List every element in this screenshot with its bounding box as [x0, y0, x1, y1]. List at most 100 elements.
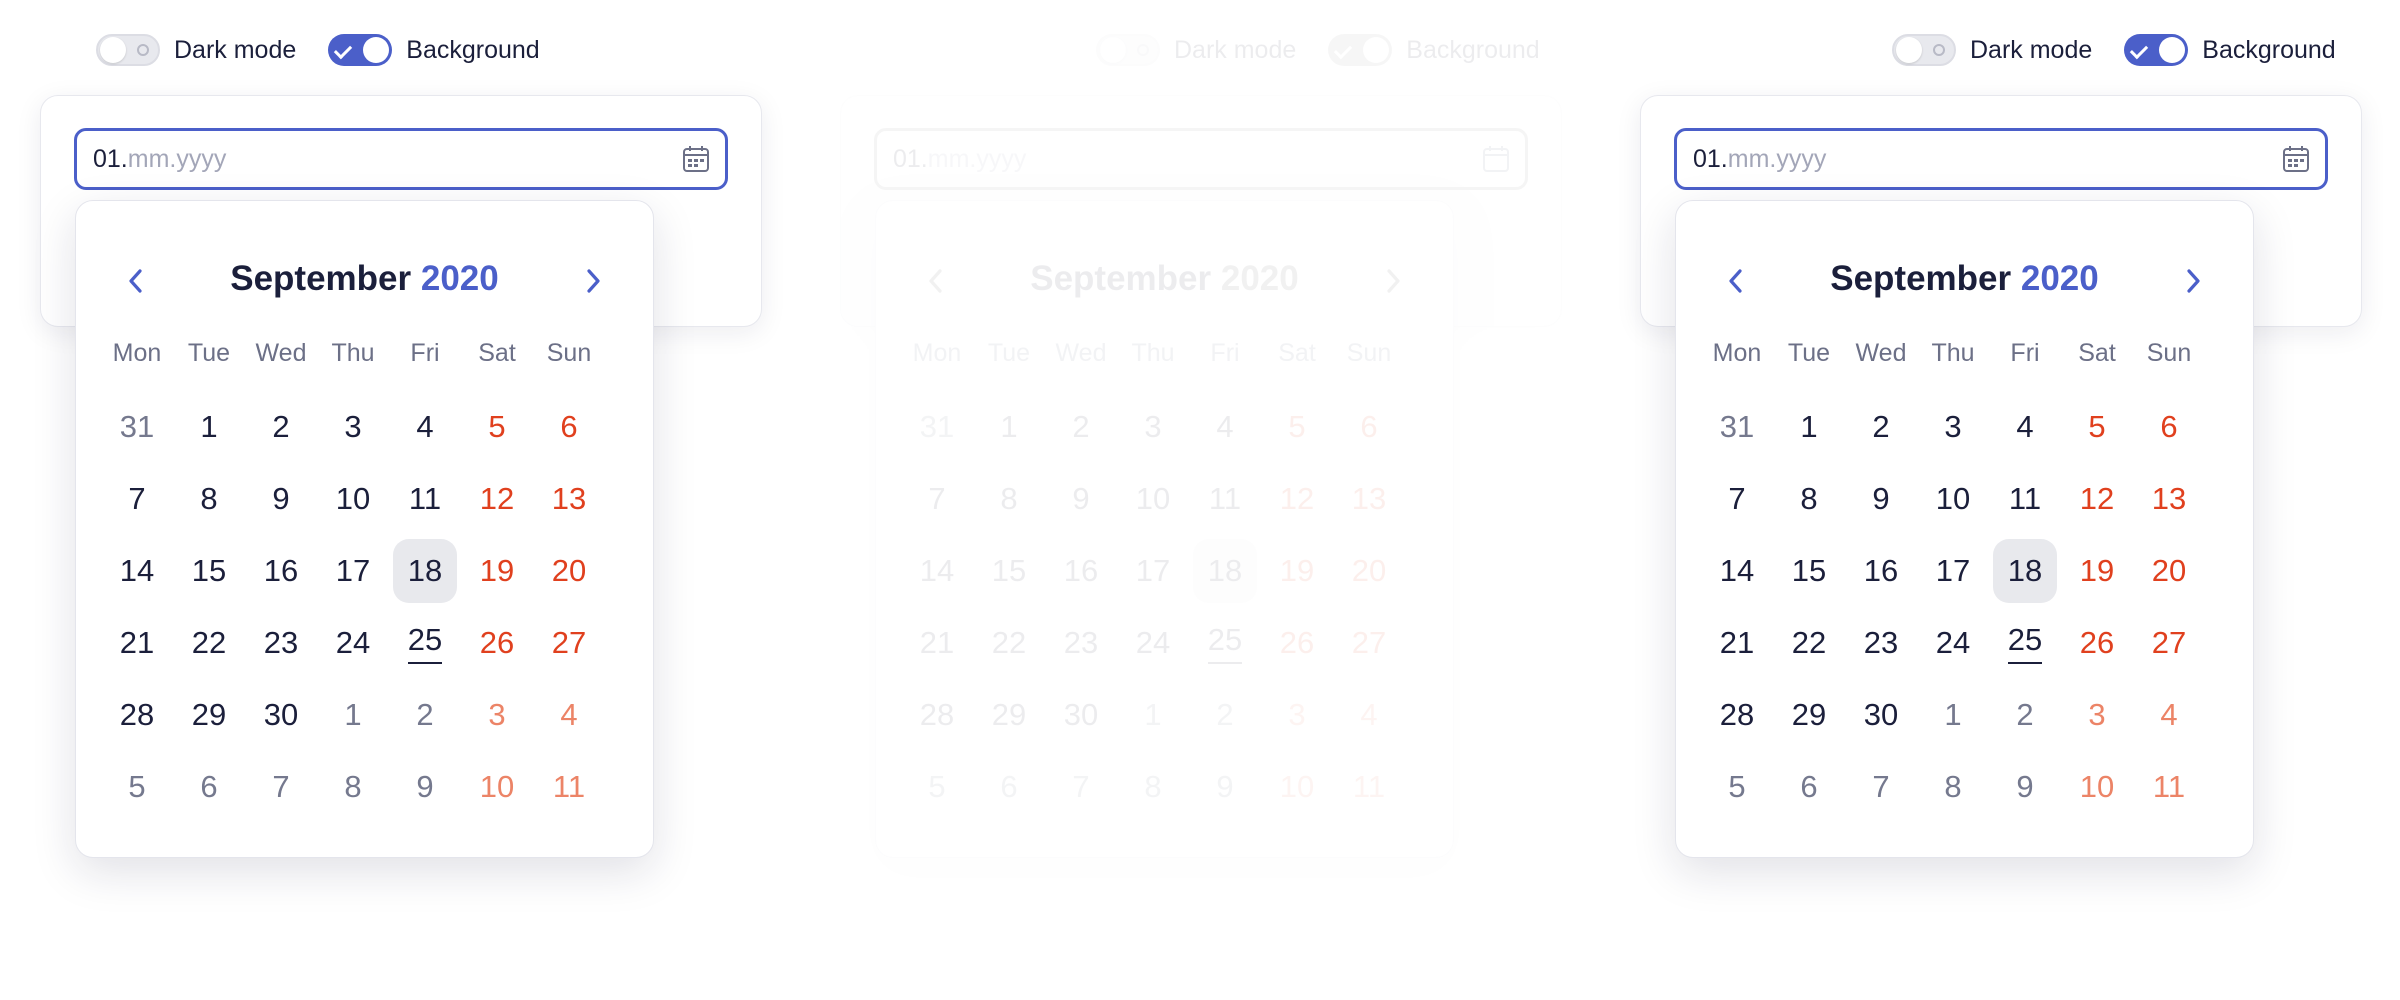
- day-cell[interactable]: 1: [1773, 391, 1845, 463]
- next-month-button[interactable]: [1373, 261, 1413, 301]
- day-cell[interactable]: 30: [1045, 679, 1117, 751]
- background-switch[interactable]: [328, 34, 393, 66]
- day-cell[interactable]: 30: [245, 679, 317, 751]
- day-cell[interactable]: 28: [101, 679, 173, 751]
- day-cell[interactable]: 14: [901, 535, 973, 607]
- day-cell[interactable]: 21: [1701, 607, 1773, 679]
- day-cell[interactable]: 6: [1333, 391, 1405, 463]
- day-cell[interactable]: 21: [101, 607, 173, 679]
- day-cell[interactable]: 6: [533, 391, 605, 463]
- day-cell[interactable]: 14: [101, 535, 173, 607]
- day-cell[interactable]: 13: [2133, 463, 2205, 535]
- day-cell[interactable]: 1: [1117, 679, 1189, 751]
- calendar-icon[interactable]: [2281, 144, 2311, 174]
- day-cell[interactable]: 11: [2133, 751, 2205, 823]
- day-cell[interactable]: 24: [1917, 607, 1989, 679]
- day-cell[interactable]: 3: [1117, 391, 1189, 463]
- day-cell[interactable]: 8: [973, 463, 1045, 535]
- day-cell[interactable]: 12: [2061, 463, 2133, 535]
- day-cell[interactable]: 8: [317, 751, 389, 823]
- day-cell[interactable]: 7: [901, 463, 973, 535]
- day-cell[interactable]: 7: [1701, 463, 1773, 535]
- day-cell[interactable]: 26: [1261, 607, 1333, 679]
- day-cell[interactable]: 22: [173, 607, 245, 679]
- dark-mode-switch[interactable]: [1892, 34, 1956, 66]
- day-cell[interactable]: 23: [1845, 607, 1917, 679]
- day-cell[interactable]: 5: [101, 751, 173, 823]
- day-cell[interactable]: 9: [1045, 463, 1117, 535]
- day-cell[interactable]: 25: [389, 607, 461, 679]
- date-input[interactable]: 01. mm.yyyy: [74, 128, 728, 190]
- day-cell[interactable]: 20: [1333, 535, 1405, 607]
- dark-mode-toggle[interactable]: Dark mode: [96, 34, 296, 66]
- day-cell[interactable]: 2: [1845, 391, 1917, 463]
- day-cell[interactable]: 10: [461, 751, 533, 823]
- day-cell[interactable]: 21: [901, 607, 973, 679]
- day-cell[interactable]: 9: [1189, 751, 1261, 823]
- day-cell[interactable]: 4: [1333, 679, 1405, 751]
- day-cell[interactable]: 28: [1701, 679, 1773, 751]
- day-cell[interactable]: 9: [1989, 751, 2061, 823]
- day-cell[interactable]: 20: [2133, 535, 2205, 607]
- day-cell[interactable]: 5: [901, 751, 973, 823]
- day-cell[interactable]: 26: [2061, 607, 2133, 679]
- day-cell[interactable]: 6: [173, 751, 245, 823]
- day-cell[interactable]: 10: [1261, 751, 1333, 823]
- day-cell[interactable]: 3: [317, 391, 389, 463]
- day-cell[interactable]: 7: [1845, 751, 1917, 823]
- dark-mode-switch[interactable]: [96, 34, 160, 66]
- day-cell[interactable]: 19: [1261, 535, 1333, 607]
- day-cell[interactable]: 25: [1189, 607, 1261, 679]
- day-cell[interactable]: 6: [973, 751, 1045, 823]
- day-cell[interactable]: 22: [973, 607, 1045, 679]
- day-cell[interactable]: 23: [1045, 607, 1117, 679]
- day-cell[interactable]: 22: [1773, 607, 1845, 679]
- day-cell[interactable]: 17: [317, 535, 389, 607]
- day-cell[interactable]: 3: [1917, 391, 1989, 463]
- next-month-button[interactable]: [2173, 261, 2213, 301]
- day-cell[interactable]: 3: [2061, 679, 2133, 751]
- day-cell[interactable]: 29: [1773, 679, 1845, 751]
- background-toggle[interactable]: Background: [328, 34, 540, 66]
- day-cell[interactable]: 2: [1189, 679, 1261, 751]
- next-month-button[interactable]: [573, 261, 613, 301]
- day-cell[interactable]: 5: [461, 391, 533, 463]
- day-cell[interactable]: 19: [461, 535, 533, 607]
- day-cell[interactable]: 1: [173, 391, 245, 463]
- day-cell[interactable]: 27: [533, 607, 605, 679]
- day-cell[interactable]: 27: [1333, 607, 1405, 679]
- day-cell[interactable]: 5: [1701, 751, 1773, 823]
- day-cell[interactable]: 2: [245, 391, 317, 463]
- day-cell[interactable]: 29: [173, 679, 245, 751]
- year-label[interactable]: 2020: [2021, 259, 2099, 298]
- day-cell[interactable]: 8: [1117, 751, 1189, 823]
- day-cell[interactable]: 24: [317, 607, 389, 679]
- day-cell[interactable]: 1: [317, 679, 389, 751]
- day-cell[interactable]: 6: [1773, 751, 1845, 823]
- background-toggle[interactable]: Background: [2124, 34, 2336, 66]
- day-cell[interactable]: 23: [245, 607, 317, 679]
- day-cell[interactable]: 28: [901, 679, 973, 751]
- day-cell[interactable]: 4: [2133, 679, 2205, 751]
- year-label[interactable]: 2020: [421, 259, 499, 298]
- day-cell[interactable]: 11: [533, 751, 605, 823]
- day-cell[interactable]: 17: [1117, 535, 1189, 607]
- day-cell[interactable]: 27: [2133, 607, 2205, 679]
- day-cell[interactable]: 2: [389, 679, 461, 751]
- day-cell[interactable]: 24: [1117, 607, 1189, 679]
- day-cell[interactable]: 10: [1117, 463, 1189, 535]
- day-cell[interactable]: 4: [1989, 391, 2061, 463]
- day-cell[interactable]: 4: [1189, 391, 1261, 463]
- day-cell[interactable]: 4: [533, 679, 605, 751]
- background-switch[interactable]: [1328, 34, 1393, 66]
- day-cell[interactable]: 7: [1045, 751, 1117, 823]
- dark-mode-switch[interactable]: [1096, 34, 1160, 66]
- day-cell[interactable]: 15: [1773, 535, 1845, 607]
- day-cell[interactable]: 26: [461, 607, 533, 679]
- dark-mode-toggle[interactable]: Dark mode: [1096, 34, 1296, 66]
- day-cell[interactable]: 1: [1917, 679, 1989, 751]
- day-cell[interactable]: 11: [1189, 463, 1261, 535]
- day-cell[interactable]: 18: [389, 535, 461, 607]
- day-cell[interactable]: 16: [1845, 535, 1917, 607]
- day-cell[interactable]: 14: [1701, 535, 1773, 607]
